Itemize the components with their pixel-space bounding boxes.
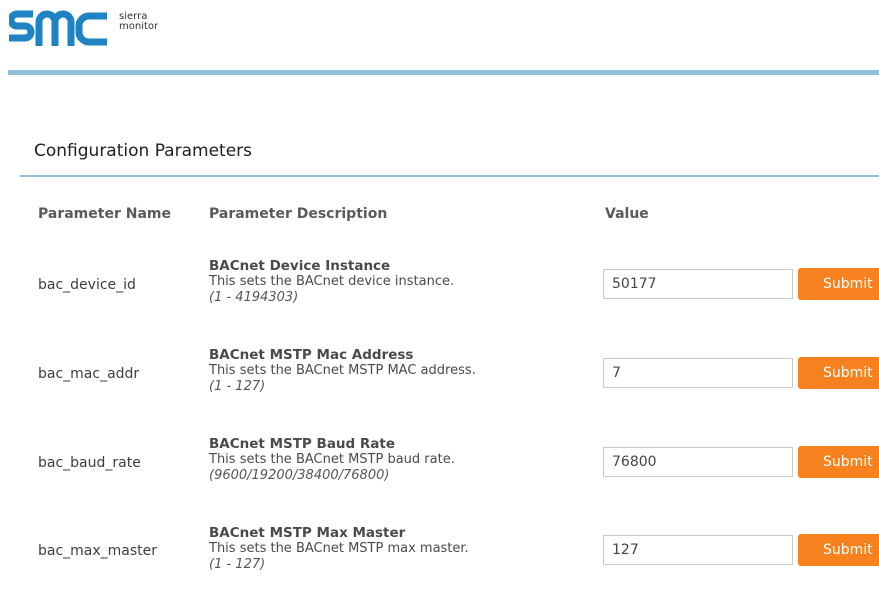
section-divider (20, 175, 879, 177)
submit-button[interactable]: Submit (798, 534, 879, 566)
logo-text-monitor: monitor (119, 21, 159, 32)
value-input[interactable] (603, 269, 793, 299)
param-description: BACnet MSTP Baud Rate This sets the BACn… (209, 436, 455, 484)
param-title: BACnet Device Instance (209, 258, 391, 274)
param-row-bac-baud-rate: bac_baud_rate BACnet MSTP Baud Rate This… (0, 433, 879, 513)
param-title: BACnet MSTP Max Master (209, 525, 406, 541)
param-row-bac-device-id: bac_device_id BACnet Device Instance Thi… (0, 255, 879, 335)
param-description: BACnet MSTP Max Master This sets the BAC… (209, 525, 469, 573)
param-row-bac-mac-addr: bac_mac_addr BACnet MSTP Mac Address Thi… (0, 344, 879, 424)
param-name: bac_mac_addr (38, 366, 140, 382)
param-range: (1 - 127) (209, 379, 266, 394)
header-divider (8, 70, 879, 75)
param-description: BACnet Device Instance This sets the BAC… (209, 258, 454, 306)
value-input[interactable] (603, 358, 793, 388)
page-header: sierra monitor (0, 0, 879, 76)
param-range: (1 - 127) (209, 557, 266, 572)
column-header-name: Parameter Name (38, 206, 171, 222)
param-range: (1 - 4194303) (209, 290, 299, 305)
param-title: BACnet MSTP Baud Rate (209, 436, 396, 452)
param-text: This sets the BACnet MSTP MAC address. (209, 363, 476, 378)
submit-button[interactable]: Submit (798, 268, 879, 300)
param-description: BACnet MSTP Mac Address This sets the BA… (209, 347, 476, 395)
smc-logo: sierra monitor (9, 8, 158, 48)
section-title: Configuration Parameters (34, 141, 252, 161)
param-text: This sets the BACnet device instance. (209, 274, 455, 289)
param-row-bac-max-master: bac_max_master BACnet MSTP Max Master Th… (0, 523, 879, 603)
logo-text: sierra monitor (119, 12, 158, 32)
param-name: bac_baud_rate (38, 455, 141, 471)
submit-button[interactable]: Submit (798, 357, 879, 389)
param-name: bac_device_id (38, 277, 136, 293)
param-text: This sets the BACnet MSTP max master. (209, 541, 469, 556)
column-header-description: Parameter Description (209, 206, 388, 222)
submit-button[interactable]: Submit (798, 446, 879, 478)
param-name: bac_max_master (38, 543, 158, 559)
param-title: BACnet MSTP Mac Address (209, 347, 414, 363)
value-input[interactable] (603, 535, 793, 565)
param-range: (9600/19200/38400/76800) (209, 468, 390, 483)
value-input[interactable] (603, 447, 793, 477)
column-header-value: Value (605, 206, 649, 222)
param-text: This sets the BACnet MSTP baud rate. (209, 452, 455, 467)
